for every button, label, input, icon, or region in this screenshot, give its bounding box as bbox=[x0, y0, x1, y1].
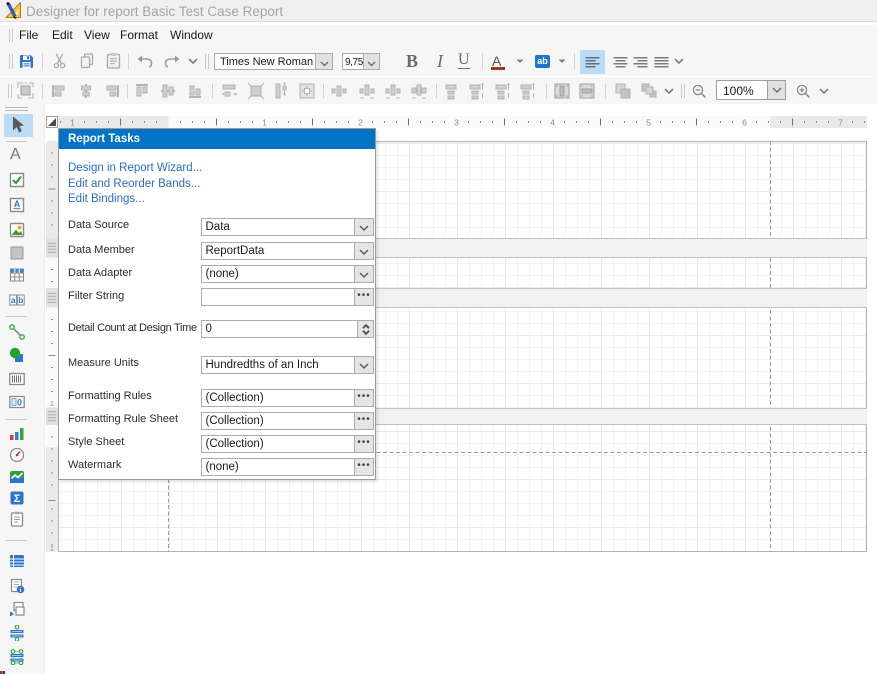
svg-text:b: b bbox=[18, 295, 23, 305]
svg-text:1: 1 bbox=[262, 118, 267, 128]
svg-text:a: a bbox=[11, 295, 16, 305]
svg-text:5: 5 bbox=[646, 118, 651, 128]
svg-text:i: i bbox=[20, 587, 22, 594]
svg-text:A: A bbox=[14, 199, 21, 209]
svg-text:2: 2 bbox=[358, 118, 363, 128]
svg-text:6: 6 bbox=[742, 118, 747, 128]
svg-text:1: 1 bbox=[50, 544, 54, 552]
svg-text:4: 4 bbox=[550, 118, 555, 128]
svg-text:7: 7 bbox=[838, 118, 843, 128]
svg-text:3: 3 bbox=[454, 118, 459, 128]
svg-text:1: 1 bbox=[50, 399, 54, 408]
svg-text:1: 1 bbox=[70, 118, 75, 128]
svg-text:Σ: Σ bbox=[14, 493, 21, 505]
svg-text:0: 0 bbox=[17, 398, 22, 408]
